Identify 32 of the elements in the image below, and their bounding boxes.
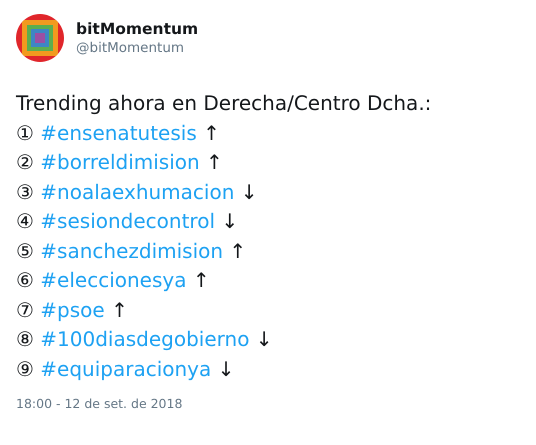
rank-number: ⑦ <box>16 298 34 322</box>
author-name[interactable]: bitMomentum <box>76 19 198 39</box>
rank-number: ⑧ <box>16 327 34 351</box>
trend-arrow: ↓ <box>240 180 258 204</box>
trend-arrow: ↑ <box>206 150 223 174</box>
hashtag-link[interactable]: #sesiondecontrol <box>40 209 215 233</box>
hashtag-link[interactable]: #eleccionesya <box>40 268 186 292</box>
rank-number: ① <box>16 120 34 144</box>
hashtag-link[interactable]: #ensenatutesis <box>40 120 197 144</box>
hashtag-link[interactable]: #100diasdegobierno <box>40 327 250 351</box>
avatar-icon[interactable] <box>16 14 64 62</box>
trend-arrow: ↑ <box>111 298 128 322</box>
hashtag-link[interactable]: #equiparacionya <box>40 356 212 380</box>
author-handle[interactable]: @bitMomentum <box>76 39 198 57</box>
rank-number: ③ <box>16 180 34 204</box>
rank-number: ⑤ <box>16 238 34 262</box>
trend-arrow: ↑ <box>192 268 210 292</box>
trend-arrow: ↓ <box>221 209 238 233</box>
rank-number: ② <box>16 150 34 174</box>
rank-number: ⑨ <box>16 356 34 380</box>
trend-arrow: ↑ <box>229 238 246 262</box>
hashtag-link[interactable]: #psoe <box>40 298 105 322</box>
tweet-heading: Trending ahora en Derecha/Centro Dcha.: <box>16 91 432 115</box>
rank-number: ⑥ <box>16 268 34 292</box>
hashtag-link[interactable]: #borreldimision <box>40 150 200 174</box>
trend-arrow: ↓ <box>218 356 234 380</box>
timestamp[interactable]: 18:00 - 12 de set. de 2018 <box>16 396 182 411</box>
trend-arrow: ↓ <box>256 327 273 351</box>
trend-arrow: ↑ <box>203 120 220 144</box>
hashtag-link[interactable]: #noalaexhumacion <box>40 180 234 204</box>
rank-number: ④ <box>16 209 34 233</box>
hashtag-link[interactable]: #sanchezdimision <box>40 238 224 262</box>
